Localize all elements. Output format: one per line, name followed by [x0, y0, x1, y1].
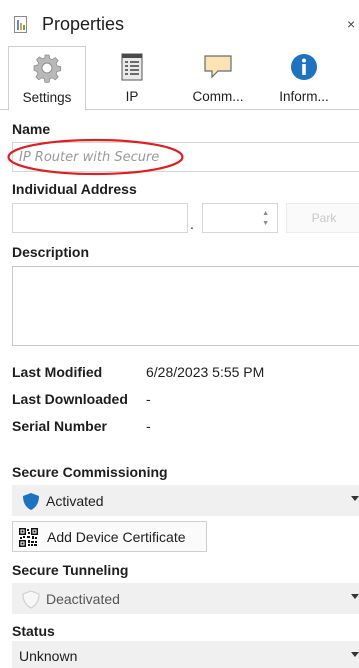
- name-label: Name: [12, 121, 51, 137]
- last-downloaded-row: Last Downloaded -: [12, 391, 151, 407]
- last-downloaded-value: -: [146, 391, 151, 407]
- speech-bubble-icon: [204, 55, 232, 79]
- secure-tunneling-label: Secure Tunneling: [12, 562, 129, 578]
- panel-title: Properties: [42, 14, 125, 34]
- add-device-certificate-button[interactable]: Add Device Certificate: [12, 521, 207, 552]
- chevron-down-icon[interactable]: [351, 496, 359, 501]
- tab-label: Inform...: [279, 89, 329, 104]
- qr-code-icon: [19, 528, 38, 547]
- list-document-icon: [121, 53, 143, 81]
- info-icon: [291, 54, 317, 80]
- last-downloaded-label: Last Downloaded: [12, 391, 128, 407]
- close-icon[interactable]: ×: [347, 16, 355, 32]
- secure-commissioning-label: Secure Commissioning: [12, 464, 168, 480]
- secure-commissioning-value: Activated: [46, 493, 104, 509]
- tab-information[interactable]: Inform...: [266, 46, 342, 110]
- stepper-arrows-icon[interactable]: ▲ ▼: [262, 209, 269, 229]
- individual-address-label: Individual Address: [12, 181, 137, 197]
- shield-outline-icon: [22, 590, 40, 609]
- description-textarea[interactable]: [12, 266, 359, 346]
- tab-label: IP: [125, 89, 139, 104]
- status-value: Unknown: [19, 648, 78, 664]
- tab-label: Settings: [22, 90, 72, 105]
- tab-label: Comm...: [192, 89, 244, 104]
- secure-tunneling-dropdown[interactable]: Deactivated: [12, 583, 359, 614]
- tab-comments[interactable]: Comm...: [180, 46, 256, 110]
- address-separator: .: [190, 216, 194, 232]
- last-modified-label: Last Modified: [12, 364, 103, 380]
- properties-document-icon: [14, 16, 27, 33]
- address-number-stepper[interactable]: ▲ ▼: [202, 203, 278, 233]
- gear-icon: [33, 54, 62, 83]
- description-label: Description: [12, 244, 90, 260]
- name-input[interactable]: [12, 142, 359, 172]
- shield-icon: [23, 493, 39, 510]
- tab-strip: Settings IP Comm... Inform...: [0, 46, 359, 111]
- add-device-certificate-label: Add Device Certificate: [47, 529, 186, 545]
- tab-ip[interactable]: IP: [92, 46, 172, 110]
- secure-tunneling-value: Deactivated: [46, 591, 120, 607]
- serial-number-label: Serial Number: [12, 418, 107, 434]
- status-dropdown[interactable]: Unknown: [12, 641, 359, 668]
- tab-settings[interactable]: Settings: [8, 46, 86, 111]
- park-button[interactable]: Park: [286, 203, 359, 233]
- individual-address-input[interactable]: [12, 203, 188, 233]
- status-label: Status: [12, 623, 55, 639]
- last-modified-value: 6/28/2023 5:55 PM: [146, 364, 265, 380]
- chevron-down-icon[interactable]: [351, 652, 359, 657]
- chevron-down-icon[interactable]: [351, 594, 359, 599]
- serial-number-value: -: [146, 418, 151, 434]
- serial-number-row: Serial Number -: [12, 418, 151, 434]
- secure-commissioning-dropdown[interactable]: Activated: [12, 485, 359, 516]
- panel-header: Properties ×: [0, 0, 359, 46]
- last-modified-row: Last Modified 6/28/2023 5:55 PM: [12, 364, 264, 380]
